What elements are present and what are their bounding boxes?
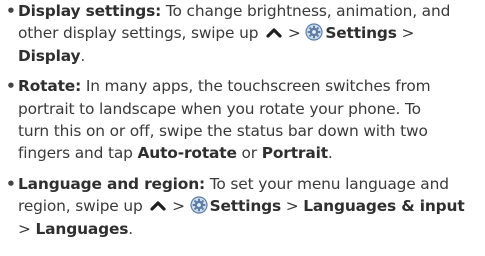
text: > (18, 219, 36, 238)
text: other display settings, swipe up (18, 24, 264, 43)
text: region, swipe up (18, 197, 148, 216)
text: or (236, 144, 262, 163)
display-label: Display (18, 46, 81, 65)
item-label: Display settings: (18, 2, 162, 20)
line: Rotate: In many apps, the touchscreen sw… (18, 75, 485, 97)
list-item-language-and-region: • Language and region: To set your menu … (0, 173, 485, 240)
text: . (128, 219, 134, 238)
text: turn this on or off, swipe the status ba… (18, 121, 428, 140)
line: > Languages. (18, 218, 485, 240)
text: . (327, 144, 333, 163)
text: portrait to landscape when you rotate yo… (18, 99, 421, 118)
line: portrait to landscape when you rotate yo… (18, 98, 485, 120)
bullet: • (6, 77, 16, 96)
document-body: • Display settings: To change brightness… (0, 0, 485, 240)
text: To set your menu language and (205, 174, 449, 193)
bullet: • (6, 174, 16, 193)
settings-label: Settings (325, 24, 397, 43)
line: fingers and tap Auto-rotate or Portrait. (18, 142, 485, 164)
portrait-label: Portrait (261, 144, 328, 163)
text: > (281, 197, 304, 216)
text: In many apps, the touchscreen switches f… (81, 77, 431, 96)
list-item-display-settings: • Display settings: To change brightness… (0, 0, 485, 67)
gear-icon (189, 196, 208, 214)
caret-up-icon (266, 28, 282, 38)
item-label: Rotate: (18, 77, 82, 96)
line: region, swipe up > Settings > Languages … (18, 195, 485, 217)
line: other display settings, swipe up > Setti… (18, 22, 485, 44)
item-label: Language and region: (18, 174, 206, 193)
line: Display settings: To change brightness, … (18, 0, 485, 22)
text: To change brightness, animation, and (161, 2, 451, 20)
list-item-rotate: • Rotate: In many apps, the touchscreen … (0, 75, 485, 165)
languages-label: Languages (35, 219, 129, 238)
line: Language and region: To set your menu la… (18, 173, 485, 195)
text: > (167, 197, 190, 216)
line: turn this on or off, swipe the status ba… (18, 120, 485, 142)
settings-label: Settings (209, 197, 282, 216)
text: fingers and tap (18, 144, 138, 163)
bullet: • (6, 2, 16, 20)
languages-input-label: Languages & input (303, 197, 465, 216)
text: . (80, 46, 86, 65)
gear-icon (305, 23, 323, 41)
caret-up-icon (150, 201, 166, 211)
line: Display. (18, 45, 485, 67)
text: > (396, 24, 415, 43)
text: > (283, 24, 306, 43)
auto-rotate-label: Auto-rotate (137, 144, 237, 163)
